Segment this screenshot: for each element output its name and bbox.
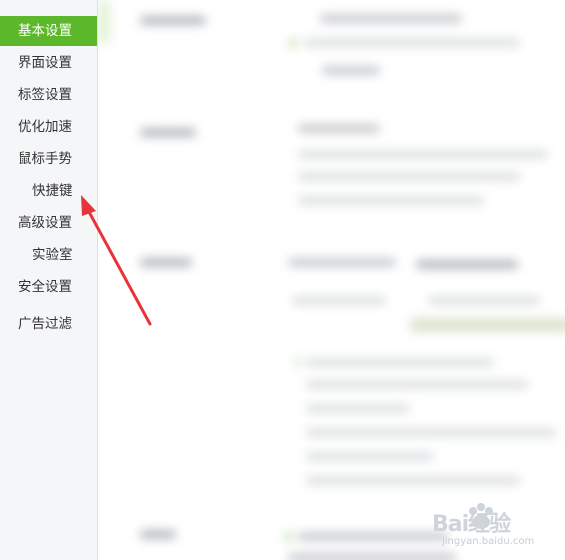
- sidebar-item-advanced-settings[interactable]: 高级设置: [0, 208, 97, 238]
- blurred-text-line: [298, 124, 380, 133]
- blurred-settings-panel: [98, 0, 565, 560]
- settings-sidebar: 基本设置 界面设置 标签设置 优化加速 鼠标手势 快捷键 高级设置 实验室 安全…: [0, 0, 98, 560]
- sidebar-item-tab-settings[interactable]: 标签设置: [0, 80, 97, 110]
- blurred-text-line: [292, 296, 386, 305]
- blurred-section-heading: [140, 530, 176, 539]
- sidebar-item-basic-settings[interactable]: 基本设置: [0, 16, 97, 46]
- sidebar-item-security-settings[interactable]: 安全设置: [0, 272, 97, 302]
- watermark-url: jingyan.baidu.com: [442, 536, 535, 547]
- blurred-input-box: [410, 318, 565, 332]
- sidebar-item-label: 快捷键: [32, 183, 73, 199]
- blurred-text-line: [298, 532, 448, 541]
- blurred-text-line: [428, 296, 540, 305]
- blurred-section-heading: [140, 128, 196, 137]
- blurred-text-line: [298, 150, 548, 159]
- blurred-text-line: [306, 380, 528, 389]
- sidebar-item-label: 基本设置: [18, 23, 72, 39]
- sidebar-item-optimize-speed[interactable]: 优化加速: [0, 112, 97, 142]
- sidebar-item-ad-filter[interactable]: 广告过滤: [0, 309, 97, 339]
- sidebar-item-label: 广告过滤: [18, 316, 72, 332]
- sidebar-item-mouse-gestures[interactable]: 鼠标手势: [0, 144, 97, 174]
- blurred-text-line: [416, 260, 518, 269]
- blurred-text-line: [288, 553, 456, 560]
- sidebar-item-label: 优化加速: [18, 119, 72, 135]
- sidebar-item-interface-settings[interactable]: 界面设置: [0, 48, 97, 78]
- sidebar-item-label: 界面设置: [18, 55, 72, 71]
- blurred-checkbox: [294, 358, 302, 366]
- blurred-text-line: [288, 258, 396, 267]
- blurred-checkbox: [284, 532, 294, 542]
- blurred-text-line: [306, 404, 410, 413]
- baidu-jingyan-watermark: Bai经验 jingyan.baidu.com: [432, 502, 562, 552]
- sidebar-item-label: 安全设置: [18, 279, 72, 295]
- blurred-text-line: [306, 428, 556, 437]
- blurred-text-line: [298, 196, 484, 205]
- sidebar-item-label: 标签设置: [18, 87, 72, 103]
- blurred-text-line: [304, 38, 520, 47]
- blurred-text-line: [298, 172, 520, 181]
- blurred-section-heading: [140, 16, 206, 25]
- watermark-logo-text: Bai经验: [432, 512, 511, 537]
- blurred-text-line: [306, 476, 520, 485]
- blurred-text-line: [306, 358, 494, 367]
- blurred-highlight: [98, 0, 110, 44]
- sidebar-item-shortcuts[interactable]: 快捷键: [0, 176, 97, 206]
- blurred-section-heading: [140, 258, 192, 267]
- settings-content-blurred: [98, 0, 565, 560]
- sidebar-item-lab[interactable]: 实验室: [0, 240, 97, 270]
- blurred-text-line: [320, 14, 462, 23]
- sidebar-item-label: 实验室: [32, 247, 73, 263]
- sidebar-item-label: 高级设置: [18, 215, 72, 231]
- blurred-text-line: [322, 66, 380, 75]
- blurred-checkbox: [288, 38, 298, 48]
- blurred-text-line: [306, 452, 434, 461]
- sidebar-item-label: 鼠标手势: [18, 151, 72, 167]
